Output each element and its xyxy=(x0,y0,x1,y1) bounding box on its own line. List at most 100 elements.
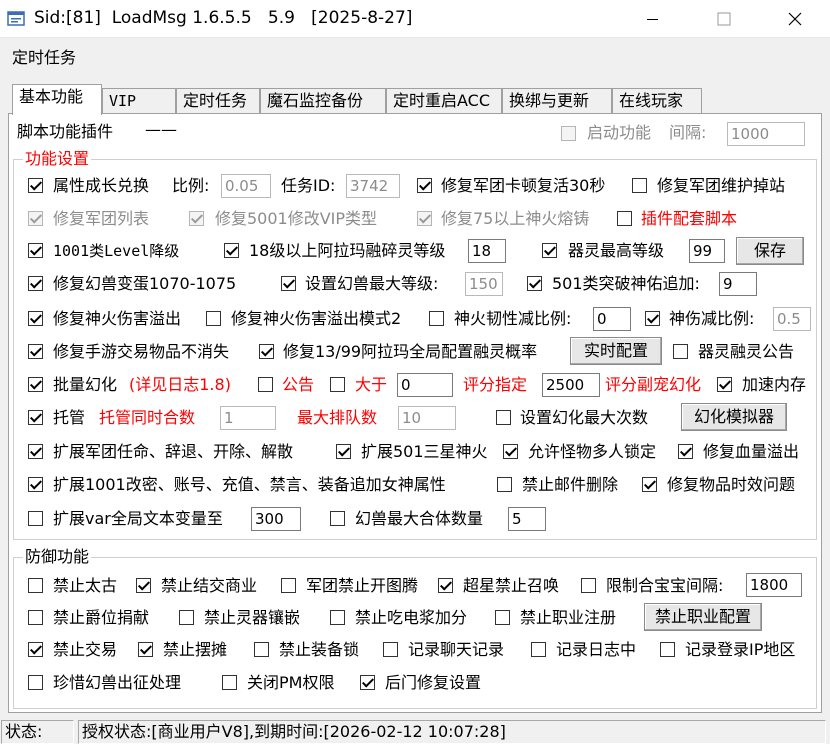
ban-trade-checkbox[interactable] xyxy=(28,642,43,657)
interval-input[interactable]: 1000 xyxy=(727,122,805,146)
ban-business-checkbox[interactable] xyxy=(136,578,151,593)
legion-extend-checkbox[interactable] xyxy=(28,444,43,459)
alama-level-checkbox[interactable] xyxy=(224,243,239,258)
ban-plasma-checkbox[interactable] xyxy=(330,610,345,625)
score-input[interactable]: 2500 xyxy=(542,373,600,397)
enable-feature-checkbox[interactable] xyxy=(561,126,576,141)
speed-memory-checkbox[interactable] xyxy=(717,377,732,392)
max-queue-input[interactable]: 10 xyxy=(398,406,456,430)
ban-plasma-label: 禁止吃电浆加分 xyxy=(355,608,468,627)
fire-tough-checkbox[interactable] xyxy=(429,311,444,326)
rare-beast-checkbox[interactable] xyxy=(28,675,43,690)
breakthrough-checkbox[interactable] xyxy=(527,276,542,291)
merge-interval-checkbox[interactable] xyxy=(581,578,596,593)
attr-growth-checkbox[interactable] xyxy=(28,178,43,193)
speed-memory-label: 加速内存 xyxy=(742,375,807,394)
legion-maint-checkbox[interactable] xyxy=(632,178,647,193)
three-star-checkbox[interactable] xyxy=(336,444,351,459)
batch-morph-checkbox[interactable] xyxy=(28,377,43,392)
record-chat-label: 记录聊天记录 xyxy=(408,640,505,659)
close-button[interactable] xyxy=(772,0,818,38)
var-extend-checkbox[interactable] xyxy=(28,511,43,526)
beast-maxlevel-checkbox[interactable] xyxy=(281,276,296,291)
hosting-merge-label: 托管同时合数 xyxy=(99,408,196,427)
fusion-prob-checkbox[interactable] xyxy=(259,344,274,359)
legion-list-checkbox[interactable] xyxy=(28,211,43,226)
superstar-summon-checkbox[interactable] xyxy=(438,578,453,593)
merge-interval-input[interactable]: 1800 xyxy=(746,573,802,597)
save-button[interactable]: 保存 xyxy=(736,237,804,265)
record-chat-checkbox[interactable] xyxy=(383,642,398,657)
ban-equip-lock-checkbox[interactable] xyxy=(254,642,269,657)
morph-max-checkbox[interactable] xyxy=(496,410,511,425)
level-downgrade-checkbox[interactable] xyxy=(28,243,43,258)
tab-magic-stone[interactable]: 魔石监控备份 xyxy=(260,88,386,114)
var-extend-input[interactable]: 300 xyxy=(251,507,301,531)
minimize-button[interactable] xyxy=(630,0,676,38)
mobile-trade-checkbox[interactable] xyxy=(28,344,43,359)
morph-simulator-button[interactable]: 幻化模拟器 xyxy=(681,403,787,431)
monster-lock-checkbox[interactable] xyxy=(503,444,518,459)
beast-combine-checkbox[interactable] xyxy=(330,511,345,526)
close-pm-checkbox[interactable] xyxy=(222,675,237,690)
ban-ancient-checkbox[interactable] xyxy=(28,578,43,593)
morph-max-label: 设置幻化最大次数 xyxy=(520,408,649,427)
greater-than-input[interactable]: 0 xyxy=(397,373,453,397)
beast-egg-checkbox[interactable] xyxy=(28,276,43,291)
divine-reduce-checkbox[interactable] xyxy=(645,311,660,326)
tab-rebind-update[interactable]: 换绑与更新 xyxy=(502,88,612,114)
fire-overflow2-checkbox[interactable] xyxy=(206,311,221,326)
breakthrough-input[interactable]: 9 xyxy=(719,272,757,296)
item-timer-checkbox[interactable] xyxy=(642,477,657,492)
plugin-script-checkbox[interactable] xyxy=(617,211,632,226)
announce-label: 公告 xyxy=(282,375,315,394)
spirit-announce-checkbox[interactable] xyxy=(673,344,688,359)
backdoor-fix-checkbox[interactable] xyxy=(360,675,375,690)
ban-stall-label: 禁止摆摊 xyxy=(163,640,228,659)
ban-title-donate-checkbox[interactable] xyxy=(28,610,43,625)
hosting-merge-input[interactable]: 1 xyxy=(220,406,276,430)
mail-delete-label: 禁止邮件删除 xyxy=(522,475,619,494)
legion-totem-checkbox[interactable] xyxy=(281,578,296,593)
tab-restart-acc[interactable]: 定时重启ACC xyxy=(386,88,502,114)
monster-lock-label: 允许怪物多人锁定 xyxy=(528,442,657,461)
tab-vip[interactable]: VIP xyxy=(102,88,176,114)
tab-scheduled[interactable]: 定时任务 xyxy=(176,88,260,114)
item-timer-label: 修复物品时效问题 xyxy=(667,475,796,494)
ratio-input[interactable]: 0.05 xyxy=(221,174,271,198)
record-log-checkbox[interactable] xyxy=(531,642,546,657)
ban-stall-checkbox[interactable] xyxy=(138,642,153,657)
fire-overflow-checkbox[interactable] xyxy=(28,311,43,326)
legion-extend-label: 扩展军团任命、辞退、开除、解散 xyxy=(53,442,294,461)
max-queue-label: 最大排队数 xyxy=(297,408,378,427)
level-downgrade-label: 1001类Level降级 xyxy=(53,241,179,261)
fix75-checkbox[interactable] xyxy=(417,211,432,226)
ext1001-checkbox[interactable] xyxy=(28,477,43,492)
tab-online-players[interactable]: 在线玩家 xyxy=(612,88,702,114)
greater-than-checkbox[interactable] xyxy=(330,377,345,392)
legion-lag-checkbox[interactable] xyxy=(417,178,432,193)
job-config-button[interactable]: 禁止职业配置 xyxy=(644,603,762,631)
fire-tough-input[interactable]: 0 xyxy=(593,307,631,331)
attr-growth-label: 属性成长兑换 xyxy=(53,176,150,195)
alama-level-input[interactable]: 18 xyxy=(468,239,506,263)
spirit-max-checkbox[interactable] xyxy=(542,243,557,258)
hp-overflow-checkbox[interactable] xyxy=(678,444,693,459)
announce-checkbox[interactable] xyxy=(258,377,273,392)
menu-scheduled-tasks[interactable]: 定时任务 xyxy=(12,44,76,68)
ban-job-register-checkbox[interactable] xyxy=(495,610,510,625)
divine-reduce-input[interactable]: 0.5 xyxy=(773,307,811,331)
fix5001-checkbox[interactable] xyxy=(189,211,204,226)
maximize-button[interactable] xyxy=(701,0,747,38)
beast-maxlevel-input[interactable]: 150 xyxy=(465,272,503,296)
record-ip-checkbox[interactable] xyxy=(660,642,675,657)
beast-combine-input[interactable]: 5 xyxy=(508,507,546,531)
ban-spirit-inlay-checkbox[interactable] xyxy=(179,610,194,625)
task-id-input[interactable]: 3742 xyxy=(346,174,400,198)
tab-basic[interactable]: 基本功能 xyxy=(12,84,102,115)
mail-delete-checkbox[interactable] xyxy=(497,477,512,492)
hosting-checkbox[interactable] xyxy=(28,410,43,425)
spirit-max-input[interactable]: 99 xyxy=(689,239,725,263)
realtime-config-button[interactable]: 实时配置 xyxy=(570,337,662,365)
ban-title-donate-label: 禁止爵位捐献 xyxy=(53,608,150,627)
